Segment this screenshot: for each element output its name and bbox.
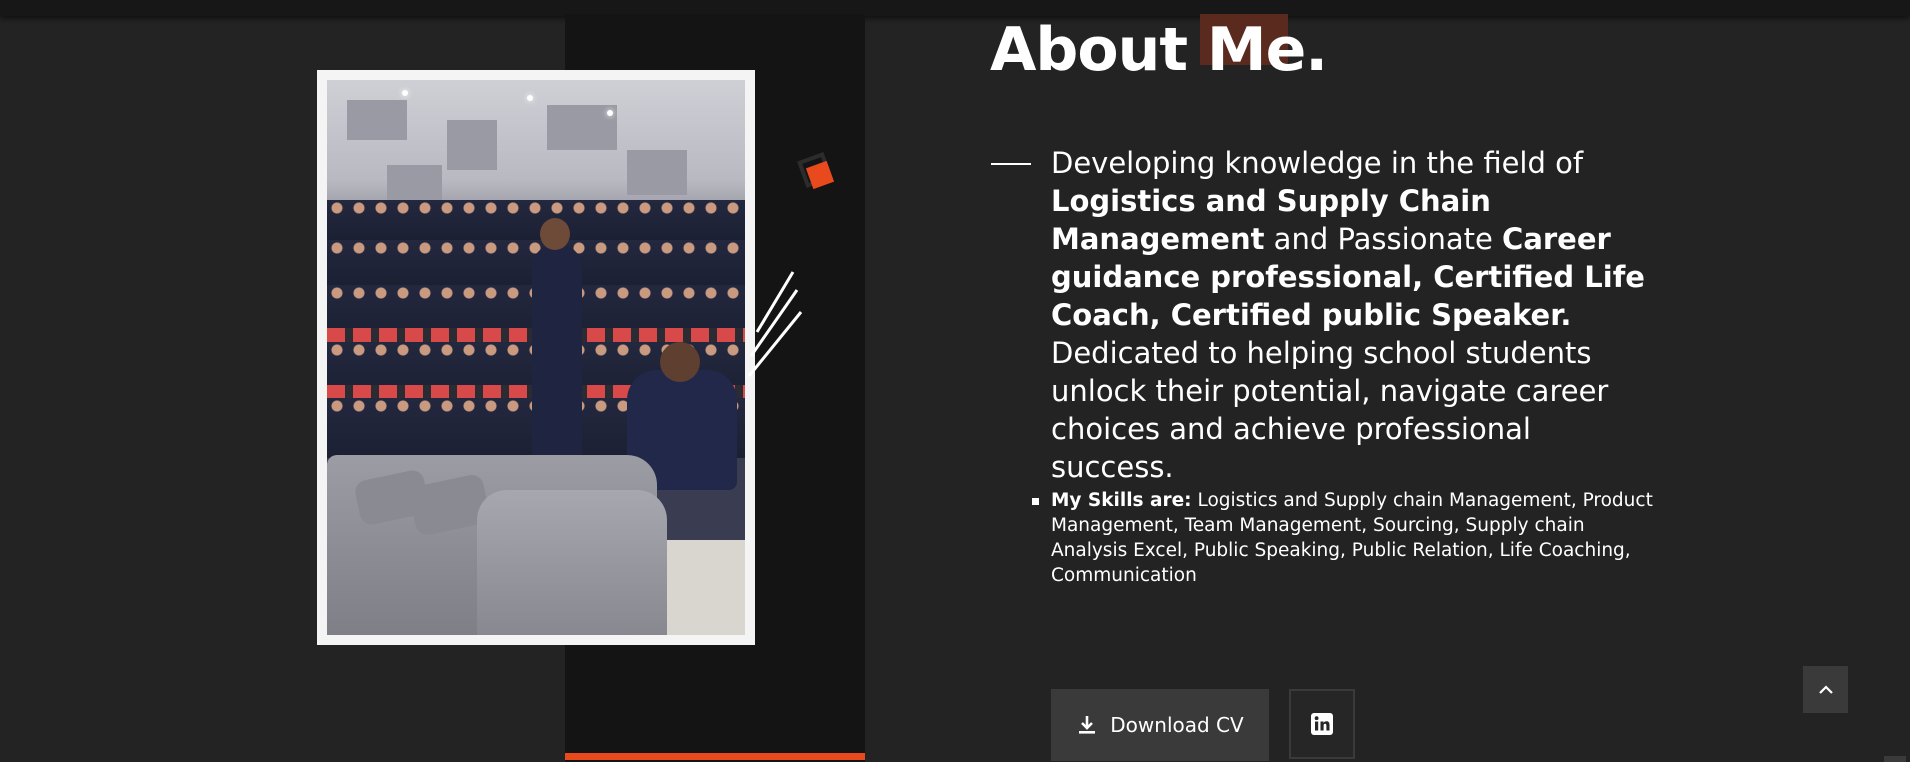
linkedin-button[interactable] xyxy=(1289,689,1355,759)
bullet-icon xyxy=(1032,498,1039,505)
skills-list: My Skills are: Logistics and Supply chai… xyxy=(1030,488,1660,588)
profile-photo xyxy=(327,80,745,635)
corner-mark xyxy=(1884,756,1906,762)
ceiling-tile xyxy=(347,100,407,140)
page-title: About Me. xyxy=(990,15,1328,85)
ceiling-light xyxy=(527,95,533,101)
ceiling-light xyxy=(402,90,408,96)
floor xyxy=(657,540,745,635)
top-navbar-shadow xyxy=(0,0,1910,16)
ceiling-tile xyxy=(387,165,442,205)
ceiling-tile xyxy=(627,150,687,195)
skills-label: My Skills are: xyxy=(1051,490,1192,511)
standing-student xyxy=(532,245,582,475)
accent-underline xyxy=(565,753,865,760)
intro-paragraph: Developing knowledge in the field of Log… xyxy=(1051,144,1661,486)
download-cv-label: Download CV xyxy=(1110,713,1244,737)
audience-row xyxy=(327,200,745,240)
decorative-lines-icon xyxy=(747,271,803,377)
sofa-arm xyxy=(477,490,667,635)
intro-tail: Dedicated to helping school students unl… xyxy=(1051,336,1609,484)
intro-lead: Developing knowledge in the field of xyxy=(1051,146,1584,180)
decorative-square-icon xyxy=(797,152,835,190)
ceiling-tile xyxy=(447,120,497,170)
scroll-to-top-button[interactable] xyxy=(1803,666,1848,713)
intro-mid: and Passionate xyxy=(1264,222,1503,256)
chevron-up-icon xyxy=(1818,684,1833,694)
intro-dash xyxy=(991,163,1031,165)
standing-student-head xyxy=(540,218,570,250)
seated-student-head xyxy=(660,342,700,382)
download-cv-button[interactable]: Download CV xyxy=(1051,689,1269,761)
skills-item: My Skills are: Logistics and Supply chai… xyxy=(1030,488,1660,588)
download-icon xyxy=(1079,716,1096,734)
profile-photo-frame xyxy=(317,70,755,645)
ceiling-light xyxy=(607,110,613,116)
linkedin-icon xyxy=(1311,713,1333,735)
about-section: About Me. Developing knowledge in the fi… xyxy=(0,0,1910,762)
